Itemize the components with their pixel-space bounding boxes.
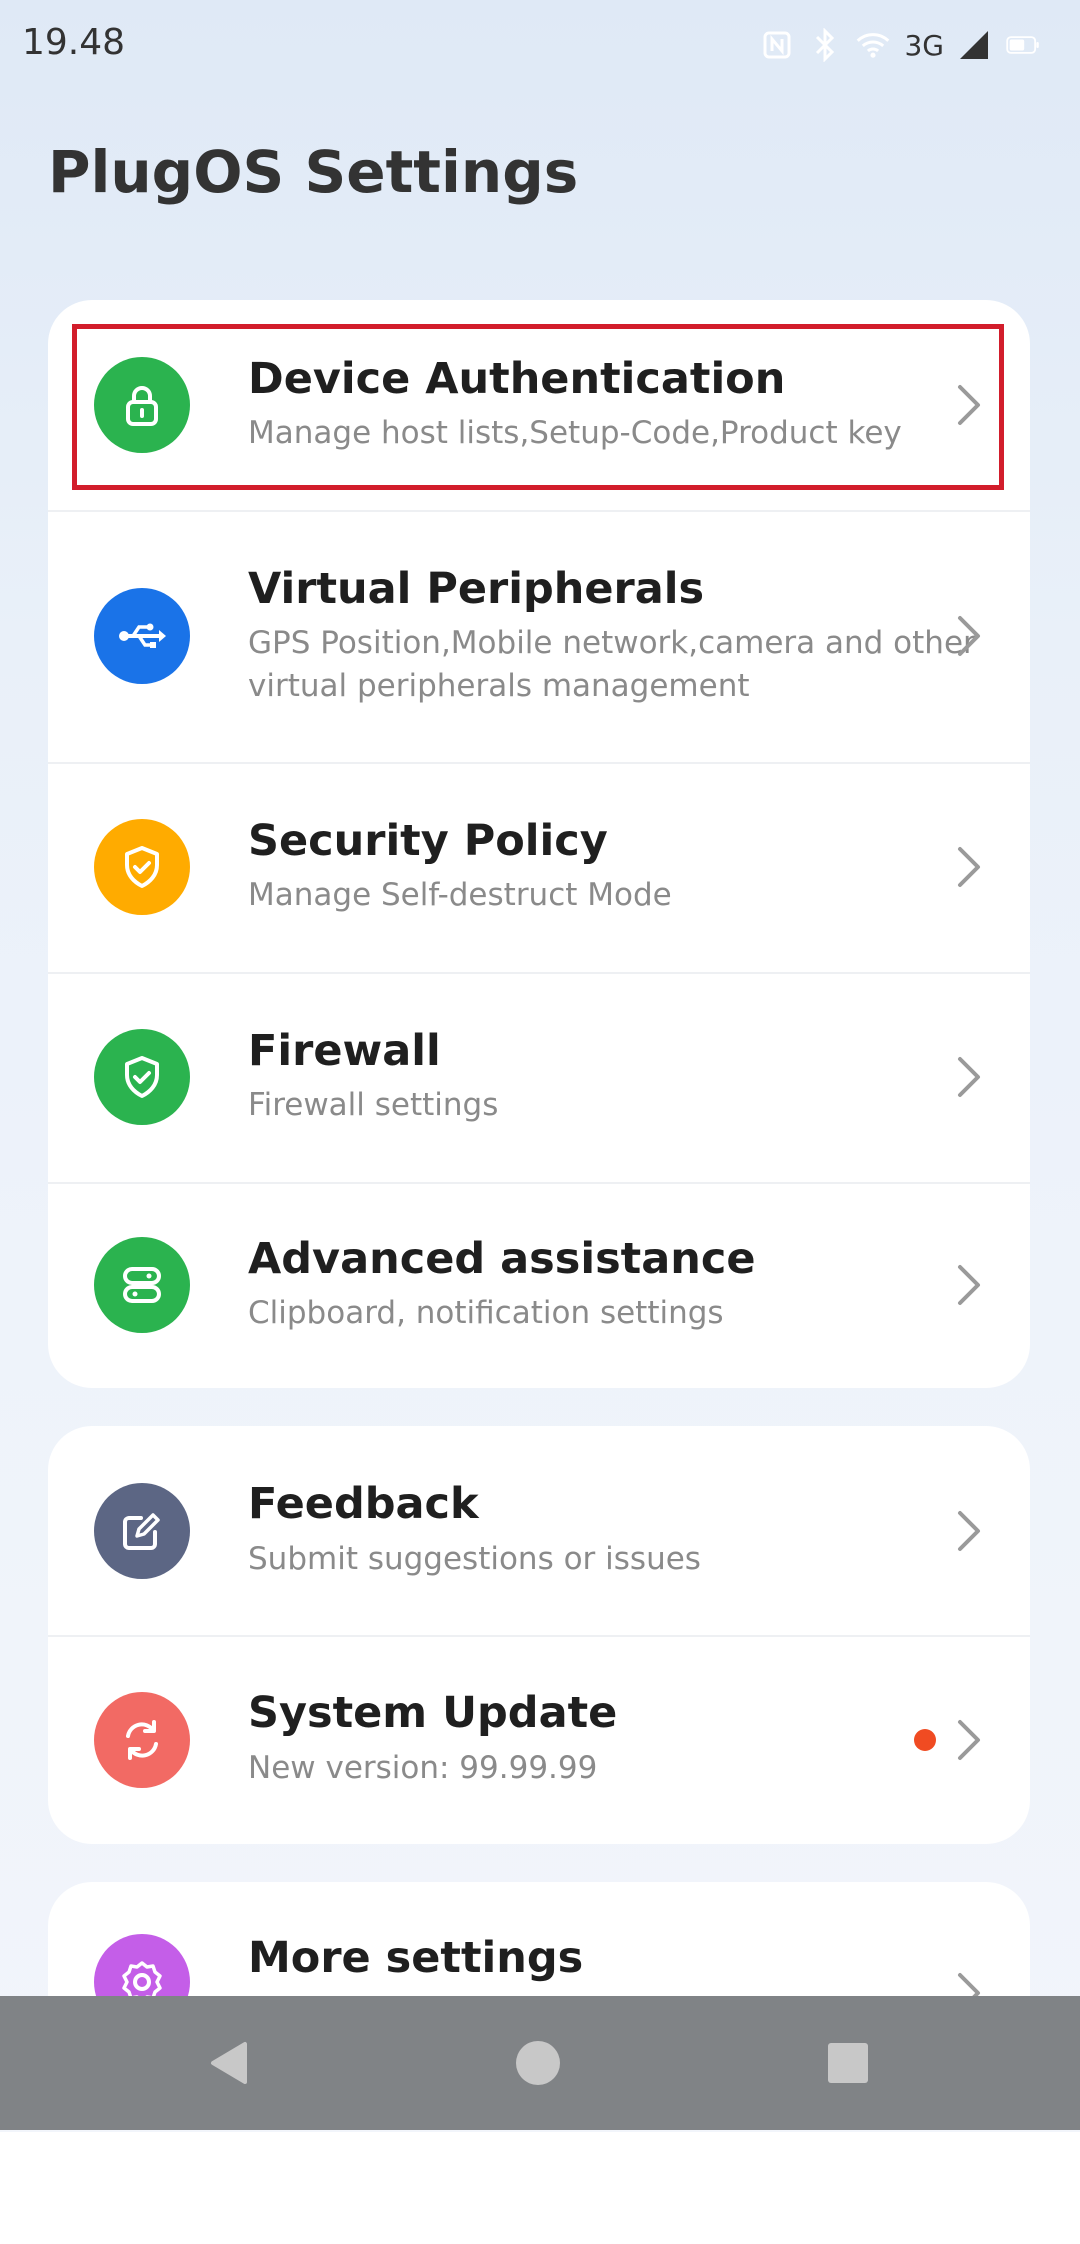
page-title: PlugOS Settings	[48, 138, 579, 206]
settings-item-subtitle: Clipboard, notification settings	[248, 1295, 724, 1332]
settings-item-title: Advanced assistance	[248, 1233, 756, 1284]
signal-icon	[958, 28, 992, 62]
settings-item-security-policy[interactable]: Security Policy Manage Self-destruct Mod…	[48, 762, 1030, 972]
recents-icon[interactable]	[778, 1996, 918, 2130]
chevron-right-icon	[958, 1719, 980, 1760]
edit-icon	[94, 1482, 190, 1579]
settings-group-main: Device Authentication Manage host lists,…	[48, 300, 1030, 1388]
settings-item-virtual-peripherals[interactable]: Virtual Peripherals GPS Position,Mobile …	[48, 510, 1030, 762]
chevron-right-icon	[958, 385, 980, 425]
settings-item-title: System Update	[248, 1688, 618, 1739]
status-time: 19.48	[22, 22, 126, 63]
wifi-icon	[856, 28, 890, 62]
settings-item-title: Feedback	[248, 1479, 479, 1530]
settings-item-subtitle: New version: 99.99.99	[248, 1749, 598, 1786]
chevron-right-icon	[958, 1265, 980, 1305]
settings-screen: 19.48 3G PlugOS Settings Device Authenti…	[0, 0, 1080, 2132]
settings-item-firewall[interactable]: Firewall Firewall settings	[48, 972, 1030, 1182]
battery-icon	[1006, 28, 1040, 62]
chevron-right-icon	[958, 847, 980, 887]
settings-item-advanced-assistance[interactable]: Advanced assistance Clipboard, notificat…	[48, 1182, 1030, 1388]
refresh-icon	[94, 1691, 190, 1788]
settings-item-feedback[interactable]: Feedback Submit suggestions or issues	[48, 1426, 1030, 1635]
settings-item-subtitle: Firewall settings	[248, 1087, 499, 1124]
settings-item-subtitle: Submit suggestions or issues	[248, 1540, 701, 1577]
toggle-icon	[94, 1237, 190, 1333]
settings-item-title: Device Authentication	[248, 353, 786, 404]
home-icon[interactable]	[468, 1996, 608, 2130]
settings-item-subtitle: Manage host lists,Setup-Code,Product key	[248, 415, 902, 452]
settings-group-support: Feedback Submit suggestions or issues Sy…	[48, 1426, 1030, 1844]
network-type: 3G	[904, 28, 944, 62]
back-icon[interactable]	[160, 1996, 300, 2130]
settings-item-title: Security Policy	[248, 815, 608, 866]
chevron-right-icon	[958, 1057, 980, 1097]
update-dot	[914, 1728, 936, 1751]
status-bar: 19.48 3G	[0, 0, 1080, 96]
settings-item-title: Virtual Peripherals	[248, 563, 705, 614]
nfc-icon	[760, 28, 794, 62]
settings-item-device-authentication[interactable]: Device Authentication Manage host lists,…	[48, 300, 1030, 510]
settings-item-subtitle: Manage Self-destruct Mode	[248, 877, 672, 914]
settings-item-subtitle: GPS Position,Mobile network,camera and o…	[248, 624, 976, 704]
status-icons: 3G	[760, 28, 1040, 62]
usb-icon	[94, 588, 190, 684]
bluetooth-icon	[808, 28, 842, 62]
lock-icon	[94, 357, 190, 453]
navigation-bar	[0, 1996, 1080, 2130]
shield-icon	[94, 819, 190, 915]
chevron-right-icon	[958, 1510, 980, 1551]
chevron-right-icon	[958, 616, 980, 656]
settings-item-system-update[interactable]: System Update New version: 99.99.99	[48, 1635, 1030, 1844]
settings-item-title: Firewall	[248, 1025, 441, 1076]
settings-item-title: More settings	[248, 1933, 584, 1983]
shield-check-icon	[94, 1029, 190, 1125]
